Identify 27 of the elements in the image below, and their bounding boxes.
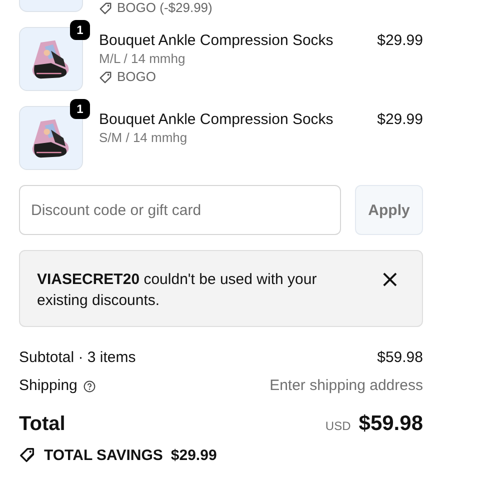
tag-icon: [19, 447, 36, 464]
subtotal-value: $59.98: [377, 349, 423, 367]
help-icon[interactable]: [83, 380, 96, 392]
product-price: $29.99: [377, 110, 423, 129]
shipping-value: Enter shipping address: [270, 377, 423, 395]
apply-button[interactable]: Apply: [355, 185, 423, 235]
alert-message: VIASECRET20 couldn't be used with your existing discounts.: [37, 270, 318, 311]
tag-icon: [99, 70, 112, 84]
product-title: Bouquet Ankle Compression Socks: [99, 32, 334, 50]
subtotal-label: Subtotal · 3 items: [19, 349, 136, 367]
tag-icon: [99, 2, 112, 14]
quantity-badge: 1: [70, 99, 90, 119]
total-value: $59.98: [358, 415, 423, 433]
product-price: $29.99: [377, 31, 423, 50]
savings-label: TOTAL SAVINGS: [44, 447, 163, 464]
product-title: Bouquet Ankle Compression Socks: [99, 111, 334, 129]
discount-label: BOGO: [117, 68, 156, 86]
discount-label: BOGO (-$29.99): [117, 0, 212, 17]
product-variant: M/L / 14 mmhg: [99, 50, 186, 68]
shipping-label: Shipping: [19, 377, 78, 395]
currency-label: USD: [325, 418, 351, 435]
product-variant: S/M / 14 mmhg: [99, 129, 188, 147]
discount-field[interactable]: Discount code or gift card: [19, 185, 341, 235]
quantity-badge: 1: [70, 20, 90, 40]
total-label: Total: [19, 415, 66, 433]
savings-value: $29.99: [170, 447, 217, 464]
close-button[interactable]: ×: [380, 269, 400, 289]
